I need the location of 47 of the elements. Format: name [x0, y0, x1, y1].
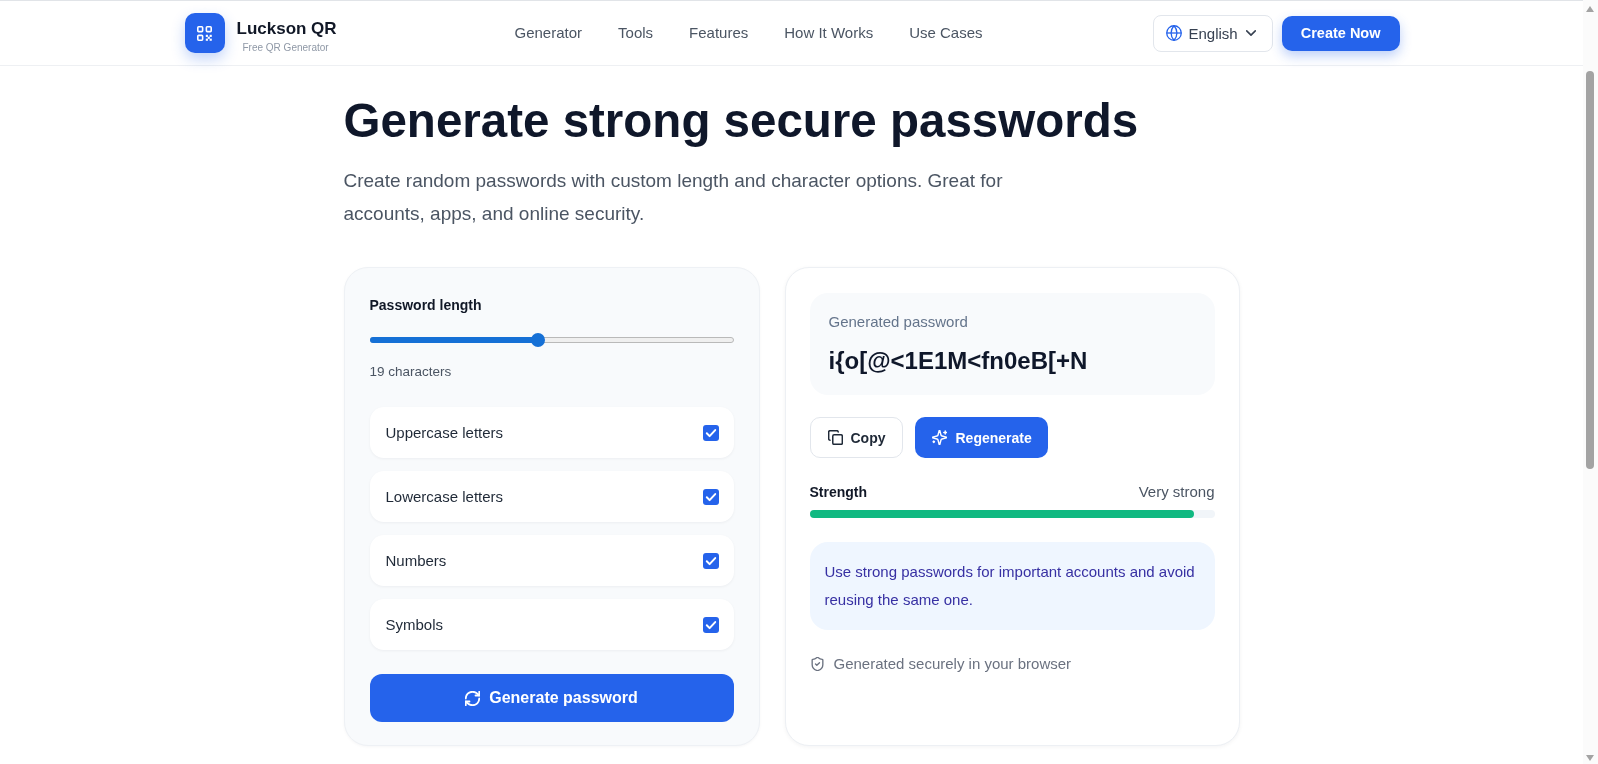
shield-check-icon — [810, 657, 824, 671]
page-title: Generate strong secure passwords — [343, 93, 1140, 149]
nav-link[interactable]: Use Cases — [909, 23, 983, 43]
checkbox[interactable] — [702, 424, 719, 441]
generate-password-button[interactable]: Generate password — [369, 674, 734, 722]
slider-thumb[interactable] — [530, 333, 545, 347]
scrollbar-thumb[interactable] — [1586, 71, 1594, 469]
option-label: Lowercase letters — [385, 488, 504, 505]
checkbox[interactable] — [702, 552, 719, 569]
tip-text: Use strong passwords for important accounts and avoid reusing the same one. — [824, 562, 1196, 610]
qr-logo-icon[interactable] — [184, 13, 225, 53]
brand-tagline: Free QR Generator — [242, 41, 330, 54]
checkbox[interactable] — [702, 488, 719, 505]
option-label: Uppercase letters — [385, 424, 504, 441]
password-label: Generated password — [828, 313, 968, 331]
password-text: i{o[@<1E1M<fn0eB[+N — [828, 346, 1088, 376]
nav-link[interactable]: Generator — [514, 23, 583, 43]
length-label: Password length — [369, 296, 483, 314]
nav-link[interactable]: Features — [689, 23, 749, 43]
sparkles-icon — [931, 430, 947, 445]
scrollbar[interactable] — [1583, 0, 1598, 764]
nav-link[interactable]: How It Works — [784, 23, 874, 43]
scroll-up-icon[interactable] — [1586, 6, 1594, 12]
regenerate-button[interactable]: Regenerate — [914, 417, 1048, 458]
option-row[interactable]: Uppercase letters — [369, 407, 734, 458]
chevron-down-icon — [1245, 30, 1256, 36]
option-row[interactable]: Lowercase letters — [369, 471, 734, 522]
security-note: Generated securely in your browser — [833, 655, 1072, 673]
option-label: Numbers — [385, 552, 447, 569]
globe-icon — [1165, 25, 1182, 41]
copy-icon — [827, 430, 843, 445]
length-value: 19 characters — [369, 363, 453, 381]
nav-link[interactable]: Tools — [618, 23, 654, 43]
brand-name[interactable]: Luckson QR — [236, 19, 337, 39]
copy-button[interactable]: Copy — [809, 417, 903, 458]
option-row[interactable]: Numbers — [369, 535, 734, 586]
strength-label: Strength — [809, 483, 868, 501]
checkbox[interactable] — [702, 616, 719, 633]
length-slider[interactable] — [369, 333, 734, 347]
strength-value: Very strong — [1138, 483, 1215, 501]
language-selector[interactable]: English — [1152, 14, 1273, 52]
page-description: Create random passwords with custom length and character options. Great for accounts, apps, and online security. — [343, 169, 1004, 226]
option-row[interactable]: Symbols — [369, 599, 734, 650]
option-label: Symbols — [385, 616, 444, 633]
refresh-icon — [465, 690, 481, 706]
create-now-button[interactable]: Create Now — [1281, 15, 1400, 51]
scroll-down-icon[interactable] — [1586, 755, 1594, 761]
